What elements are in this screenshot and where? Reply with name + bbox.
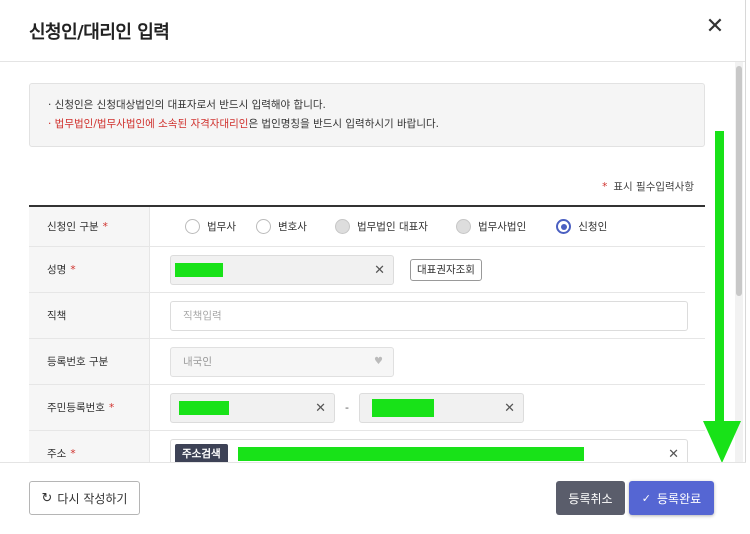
representative-lookup-button[interactable]: 대표권자조회 [410,258,482,281]
radio-dot [255,219,271,234]
clear-icon[interactable]: ✕ [668,447,679,462]
required-note: * 표시 필수입력사항 [602,179,694,194]
cancel-button[interactable]: 등록취소 [556,481,625,515]
row-reg-type: 등록번호 구분 내국인 ♥ [29,339,705,385]
label-name: 성명 * [29,247,150,292]
required-star: * [602,181,608,193]
notice-line-2-highlight: · 법무법인/법무사법인에 소속된 자격자대리인 [48,118,249,130]
clear-icon[interactable]: ✕ [315,401,326,416]
resident-no-front-input[interactable]: ✕ [170,392,335,423]
separator: - [345,401,349,414]
label-reg-type: 등록번호 구분 [29,339,150,384]
radio-dot [334,219,350,234]
clear-icon[interactable]: ✕ [374,263,385,278]
row-resident-no: 주민등록번호 * ✕ - ✕ [29,385,705,431]
radio-dot [185,219,200,234]
required-star: * [70,447,76,460]
required-star: * [70,263,76,276]
radio-dot-checked [556,219,572,234]
required-star: * [108,401,115,414]
refresh-icon: ↻ [41,490,53,506]
notice-line-2: · 법무법인/법무사법인에 소속된 자격자대리인은 법인명칭을 반드시 입력하시… [48,115,704,134]
row-address: 주소 * 주소검색 ✕ [29,431,705,462]
notice-line-2-text: 은 법인명칭을 반드시 입력하시기 바랍니다. [248,118,440,130]
row-applicant-type: 신청인 구분 * 법무사 변호사 법무법인 대표자 법무사법인 신청인 [29,207,705,247]
redacted-value [175,262,223,277]
row-name: 성명 * ✕ 대표권자조회 [29,247,705,293]
radio-label: 변호사 [277,221,307,233]
applicant-dialog: 신청인/대리인 입력 ✕ · 신청인은 신청대상법인의 대표자로서 반드시 입력… [0,0,746,534]
position-input[interactable]: 직책입력 [170,300,688,331]
redacted-value [179,400,229,415]
row-position: 직책 직책입력 [29,293,705,339]
label-address: 주소 * [29,431,150,462]
applicant-form: 신청인 구분 * 법무사 변호사 법무법인 대표자 법무사법인 신청인 성명 * ✕… [29,205,705,462]
label-position: 직책 [29,293,150,338]
radio-lawfirm-rep: 법무법인 대표자 [334,219,428,234]
position-field: 직책입력 [150,293,705,338]
dialog-footer: ↻ 다시 작성하기 등록취소 ✓ 등록완료 [0,462,746,534]
submit-button[interactable]: ✓ 등록완료 [629,481,714,515]
required-star: * [102,220,108,233]
radio-beopmusa[interactable]: 법무사 [185,219,236,234]
notice-line-1: · 신청인은 신청대상법인의 대표자로서 반드시 입력해야 합니다. [48,99,326,111]
radio-beopmusa-firm: 법무사법인 [455,219,527,234]
resident-no-back-input[interactable]: ✕ [358,392,524,423]
radio-label: 법무사법인 [477,221,527,233]
notice-box: · 신청인은 신청대상법인의 대표자로서 반드시 입력해야 합니다. · 법무법… [29,83,705,147]
radio-lawyer[interactable]: 변호사 [255,219,307,234]
resident-no-field: ✕ - ✕ [150,385,705,430]
label-text: 직책 [47,310,67,322]
applicant-type-radios: 법무사 변호사 법무법인 대표자 법무사법인 신청인 [150,207,705,246]
dialog-body: · 신청인은 신청대상법인의 대표자로서 반드시 입력해야 합니다. · 법무법… [0,62,740,462]
radio-label: 법무사 [207,221,236,233]
radio-label: 법무법인 대표자 [356,221,428,233]
required-note-text: 표시 필수입력사항 [613,181,694,193]
name-input[interactable]: ✕ [170,254,394,285]
address-input[interactable]: 주소검색 ✕ [170,438,688,462]
name-field: ✕ 대표권자조회 [150,247,705,292]
check-icon: ✓ [641,491,652,505]
reset-button[interactable]: ↻ 다시 작성하기 [29,481,140,515]
label-text: 주민등록번호 [47,402,105,414]
label-resident-no: 주민등록번호 * [29,385,150,430]
submit-label: 등록완료 [657,491,702,506]
label-text: 성명 [47,264,67,276]
radio-applicant[interactable]: 신청인 [556,219,607,234]
redacted-value [237,446,584,461]
label-text: 등록번호 구분 [47,356,109,368]
chevron-down-icon: ♥ [374,355,383,367]
down-arrow-annotation [703,131,741,463]
clear-icon[interactable]: ✕ [504,401,515,416]
reg-type-select[interactable]: 내국인 ♥ [170,346,394,377]
redacted-value [371,398,434,417]
reset-label: 다시 작성하기 [57,491,128,506]
close-icon[interactable]: ✕ [704,16,726,38]
dialog-title: 신청인/대리인 입력 [29,22,170,43]
reg-type-field: 내국인 ♥ [150,339,705,384]
label-text: 신청인 구분 [47,221,99,233]
label-text: 주소 [47,448,67,460]
address-field: 주소검색 ✕ [150,431,705,462]
label-applicant-type: 신청인 구분 * [29,207,150,246]
address-search-button[interactable]: 주소검색 [175,443,228,462]
radio-dot [455,219,471,234]
radio-label: 신청인 [578,221,608,233]
select-value: 내국인 [183,356,212,368]
dialog-header: 신청인/대리인 입력 ✕ [0,0,745,62]
